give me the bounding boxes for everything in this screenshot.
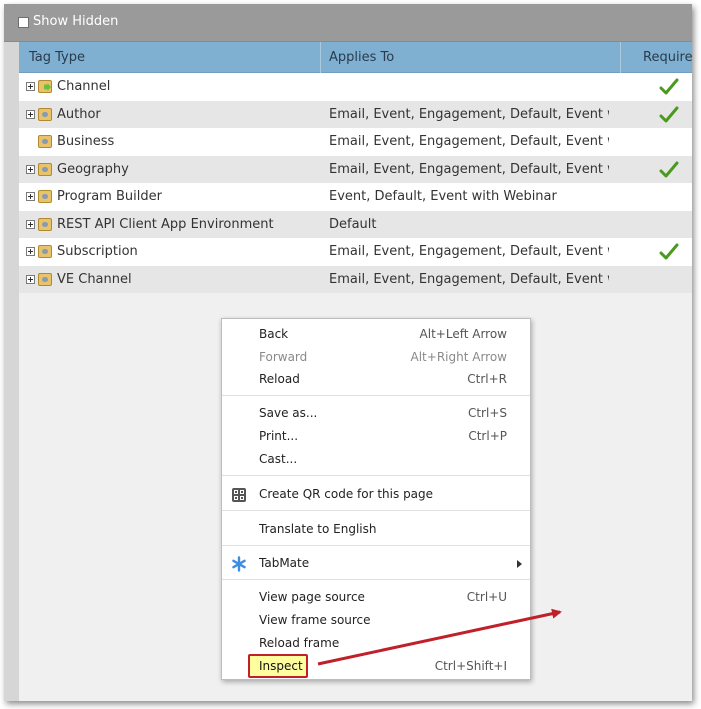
menu-item-reload-frame[interactable]: Reload frame xyxy=(222,632,530,655)
menu-divider xyxy=(222,545,530,546)
menu-item-label: Print... xyxy=(259,429,299,443)
menu-divider xyxy=(222,395,530,396)
menu-item-shortcut: Ctrl+U xyxy=(466,590,507,604)
menu-item-forward[interactable]: Forward Alt+Right Arrow xyxy=(222,346,530,369)
menu-item-shortcut: Ctrl+S xyxy=(467,406,507,420)
asterisk-icon xyxy=(231,556,247,572)
applies-to-value: Email, Event, Engagement, Default, Event… xyxy=(329,161,609,177)
menu-item-view-page-source[interactable]: View page source Ctrl+U xyxy=(222,586,530,609)
menu-item-label: Save as... xyxy=(259,406,318,420)
table-row[interactable]: Author Email, Event, Engagement, Default… xyxy=(19,100,692,128)
menu-item-print[interactable]: Print... Ctrl+P xyxy=(222,425,530,448)
checkmark-icon xyxy=(659,242,679,262)
tag-type-name: REST API Client App Environment xyxy=(57,216,274,232)
menu-item-save-as[interactable]: Save as... Ctrl+S xyxy=(222,402,530,425)
menu-item-label: View page source xyxy=(259,590,365,604)
checkmark-icon xyxy=(659,77,679,97)
table-row[interactable]: Program Builder Event, Default, Event wi… xyxy=(19,183,692,211)
table-row[interactable]: Business Email, Event, Engagement, Defau… xyxy=(19,128,692,156)
tag-icon xyxy=(38,135,52,148)
menu-item-label: Reload frame xyxy=(259,636,340,650)
tag-type-name: Author xyxy=(57,106,101,122)
applies-to-value: Email, Event, Engagement, Default, Event… xyxy=(329,244,609,259)
tag-icon xyxy=(38,245,52,258)
menu-item-label: View frame source xyxy=(259,613,371,627)
menu-item-tabmate[interactable]: TabMate xyxy=(222,552,530,575)
tag-type-name: Channel xyxy=(57,79,111,94)
tag-icon xyxy=(38,107,52,121)
expand-icon[interactable] xyxy=(26,219,35,229)
table-row[interactable]: Geography Email, Event, Engagement, Defa… xyxy=(19,155,692,183)
table-row[interactable]: Channel xyxy=(19,73,692,101)
applies-to-value: Email, Event, Engagement, Default, Event… xyxy=(329,106,609,122)
show-hidden-label[interactable]: Show Hidden xyxy=(33,14,118,29)
tag-icon xyxy=(38,190,52,203)
menu-item-shortcut: Ctrl+R xyxy=(467,372,507,386)
menu-item-create-qr-code[interactable]: Create QR code for this page xyxy=(222,483,530,506)
menu-item-label: Back xyxy=(259,327,289,341)
submenu-arrow-icon xyxy=(517,560,522,568)
menu-item-label: TabMate xyxy=(259,556,310,570)
applies-to-value: Default xyxy=(329,216,377,232)
channel-tag-icon xyxy=(38,80,52,93)
table-row[interactable]: Subscription Email, Event, Engagement, D… xyxy=(19,238,692,266)
left-gutter xyxy=(4,42,19,701)
menu-item-reload[interactable]: Reload Ctrl+R xyxy=(222,368,530,391)
applies-to-value: Event, Default, Event with Webinar xyxy=(329,189,557,204)
tag-type-name: Program Builder xyxy=(57,189,162,204)
tag-type-name: Business xyxy=(57,134,115,149)
expand-icon[interactable] xyxy=(26,247,35,256)
menu-item-label: Forward xyxy=(259,350,308,364)
checkmark-icon xyxy=(659,105,679,125)
menu-divider xyxy=(222,475,530,476)
menu-divider xyxy=(222,510,530,511)
expand-icon[interactable] xyxy=(26,82,35,91)
menu-item-cast[interactable]: Cast... xyxy=(222,448,530,471)
grid-header: Tag Type Applies To Require xyxy=(19,42,692,73)
menu-item-shortcut: Alt+Right Arrow xyxy=(410,350,507,364)
grid-toolbar: Show Hidden xyxy=(4,4,692,42)
menu-item-label: Reload xyxy=(259,372,300,386)
expand-icon[interactable] xyxy=(26,274,35,284)
menu-item-label: Cast... xyxy=(259,452,298,466)
menu-item-label: Create QR code for this page xyxy=(259,487,434,501)
context-menu: Back Alt+Left Arrow Forward Alt+Right Ar… xyxy=(221,318,531,680)
tag-icon xyxy=(38,162,52,176)
menu-item-translate[interactable]: Translate to English xyxy=(222,518,530,541)
qr-code-icon xyxy=(231,487,247,503)
table-row[interactable]: REST API Client App Environment Default xyxy=(19,210,692,238)
show-hidden-checkbox[interactable] xyxy=(18,17,29,28)
tag-type-name: Subscription xyxy=(57,244,138,259)
menu-item-view-frame-source[interactable]: View frame source xyxy=(222,609,530,632)
menu-item-shortcut: Ctrl+P xyxy=(468,429,507,443)
tag-icon xyxy=(38,272,52,286)
tag-type-name: VE Channel xyxy=(57,271,132,287)
table-row[interactable]: VE Channel Email, Event, Engagement, Def… xyxy=(19,265,692,293)
tag-type-grid: Tag Type Applies To Require Channel Auth… xyxy=(19,42,692,293)
expand-icon[interactable] xyxy=(26,109,35,119)
menu-divider xyxy=(222,579,530,580)
checkmark-icon xyxy=(659,160,679,180)
menu-item-label: Translate to English xyxy=(259,522,377,536)
tag-type-name: Geography xyxy=(57,161,129,177)
tag-icon xyxy=(38,217,52,231)
expand-icon[interactable] xyxy=(26,164,35,174)
column-header-applies-to[interactable]: Applies To xyxy=(321,42,621,73)
applies-to-value: Email, Event, Engagement, Default, Event… xyxy=(329,271,609,287)
menu-item-back[interactable]: Back Alt+Left Arrow xyxy=(222,323,530,346)
menu-item-shortcut: Alt+Left Arrow xyxy=(419,327,507,341)
inspect-highlight-label[interactable]: Inspect xyxy=(248,654,308,678)
expand-icon[interactable] xyxy=(26,192,35,201)
column-header-tag-type[interactable]: Tag Type xyxy=(19,42,321,73)
applies-to-value: Email, Event, Engagement, Default, Event… xyxy=(329,134,609,149)
menu-item-shortcut: Ctrl+Shift+I xyxy=(434,659,507,673)
column-header-required[interactable]: Require xyxy=(621,42,692,73)
